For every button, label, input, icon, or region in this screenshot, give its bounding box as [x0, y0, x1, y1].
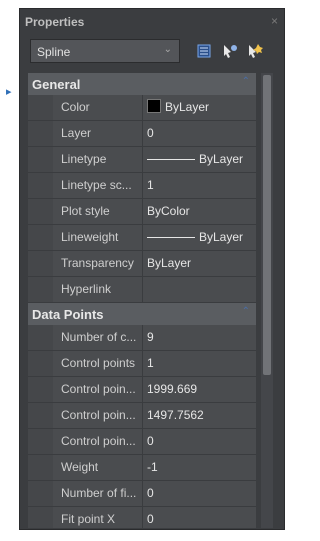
row-gutter — [28, 199, 53, 224]
property-row[interactable]: Control poin... 0 — [28, 429, 256, 455]
property-value-text: ByLayer — [199, 230, 244, 244]
property-name: Linetype sc... — [53, 173, 143, 198]
property-row[interactable]: Number of c... 9 — [28, 325, 256, 351]
property-value-text: ByLayer — [199, 152, 244, 166]
blue-marker-glyph: ▸ — [6, 86, 12, 98]
row-gutter — [28, 481, 53, 506]
scrollbar-thumb[interactable] — [263, 75, 271, 375]
property-value[interactable]: 0 — [143, 121, 256, 146]
property-row[interactable]: Weight -1 — [28, 455, 256, 481]
row-gutter — [28, 225, 53, 250]
property-row[interactable]: Control poin... 1497.7562 — [28, 403, 256, 429]
close-icon[interactable]: × — [271, 14, 278, 28]
quick-select-button[interactable] — [194, 39, 216, 63]
property-value[interactable]: -1 — [143, 455, 256, 480]
property-value[interactable]: ByLayer — [143, 251, 256, 276]
panel-titlebar[interactable]: Properties × — [20, 9, 284, 35]
property-name: Lineweight — [53, 225, 143, 250]
property-value[interactable]: ByLayer — [143, 225, 256, 250]
property-row[interactable]: Color ByLayer — [28, 95, 256, 121]
property-value[interactable]: ByLayer — [143, 147, 256, 172]
object-type-dropdown[interactable]: Spline ⌄ — [30, 39, 180, 63]
property-value[interactable]: 1497.7562 — [143, 403, 256, 428]
property-row[interactable]: Linetype sc... 1 — [28, 173, 256, 199]
section-general-header[interactable]: General ⌃ — [28, 73, 256, 95]
property-name: Color — [53, 95, 143, 120]
row-gutter — [28, 95, 53, 120]
property-name: Layer — [53, 121, 143, 146]
property-row[interactable]: Lineweight ByLayer — [28, 225, 256, 251]
row-gutter — [28, 121, 53, 146]
panel-title: Properties — [25, 15, 85, 29]
object-type-value: Spline — [37, 45, 71, 59]
property-name: Number of fi... — [53, 481, 143, 506]
row-gutter — [28, 277, 53, 302]
linetype-preview — [147, 159, 195, 160]
property-value[interactable]: ByColor — [143, 199, 256, 224]
property-row[interactable]: Layer 0 — [28, 121, 256, 147]
property-name: Linetype — [53, 147, 143, 172]
property-value[interactable]: 1999.669 — [143, 377, 256, 402]
property-value[interactable]: 0 — [143, 481, 256, 506]
property-name: Plot style — [53, 199, 143, 224]
property-sheet: General ⌃ Color ByLayer Layer 0 Linetype… — [28, 73, 256, 528]
property-name: Hyperlink — [53, 277, 143, 302]
row-gutter — [28, 507, 53, 528]
row-gutter — [28, 377, 53, 402]
chevron-down-icon: ⌄ — [163, 44, 172, 55]
row-gutter — [28, 455, 53, 480]
select-objects-icon — [224, 45, 237, 58]
property-row[interactable]: Hyperlink — [28, 277, 256, 303]
property-name: Control poin... — [53, 377, 143, 402]
property-row[interactable]: Linetype ByLayer — [28, 147, 256, 173]
property-value[interactable]: 1 — [143, 351, 256, 376]
row-gutter — [28, 429, 53, 454]
property-row[interactable]: Plot style ByColor — [28, 199, 256, 225]
section-title: Data Points — [32, 307, 104, 322]
row-gutter — [28, 147, 53, 172]
property-row[interactable]: Fit point X 0 — [28, 507, 256, 528]
property-row[interactable]: Control points 1 — [28, 351, 256, 377]
section-title: General — [32, 77, 81, 92]
property-row[interactable]: Control poin... 1999.669 — [28, 377, 256, 403]
row-gutter — [28, 173, 53, 198]
properties-panel: Properties × Spline ⌄ General ⌃ Color By… — [19, 8, 285, 530]
row-gutter — [28, 325, 53, 350]
property-value[interactable] — [143, 277, 256, 302]
vertical-scrollbar[interactable] — [261, 73, 273, 528]
property-name: Control poin... — [53, 429, 143, 454]
quick-select-icon — [197, 44, 211, 58]
property-value-text: ByLayer — [165, 100, 210, 114]
property-value[interactable]: 0 — [143, 429, 256, 454]
property-name: Number of c... — [53, 325, 143, 350]
row-gutter — [28, 403, 53, 428]
select-objects-button[interactable] — [219, 39, 241, 63]
collapse-icon[interactable]: ⌃ — [242, 306, 250, 317]
property-value[interactable]: 0 — [143, 507, 256, 528]
collapse-icon[interactable]: ⌃ — [242, 76, 250, 87]
toggle-pickadd-icon — [249, 44, 263, 58]
row-gutter — [28, 351, 53, 376]
property-name: Transparency — [53, 251, 143, 276]
property-value[interactable]: ByLayer — [143, 95, 256, 120]
property-value[interactable]: 9 — [143, 325, 256, 350]
property-value[interactable]: 1 — [143, 173, 256, 198]
toggle-pickadd-button[interactable] — [244, 39, 266, 63]
property-name: Control poin... — [53, 403, 143, 428]
property-name: Fit point X — [53, 507, 143, 528]
property-name: Weight — [53, 455, 143, 480]
property-name: Control points — [53, 351, 143, 376]
property-row[interactable]: Transparency ByLayer — [28, 251, 256, 277]
section-data-points-header[interactable]: Data Points ⌃ — [28, 303, 256, 325]
lineweight-preview — [147, 237, 195, 238]
color-swatch — [147, 99, 161, 113]
property-row[interactable]: Number of fi... 0 — [28, 481, 256, 507]
row-gutter — [28, 251, 53, 276]
